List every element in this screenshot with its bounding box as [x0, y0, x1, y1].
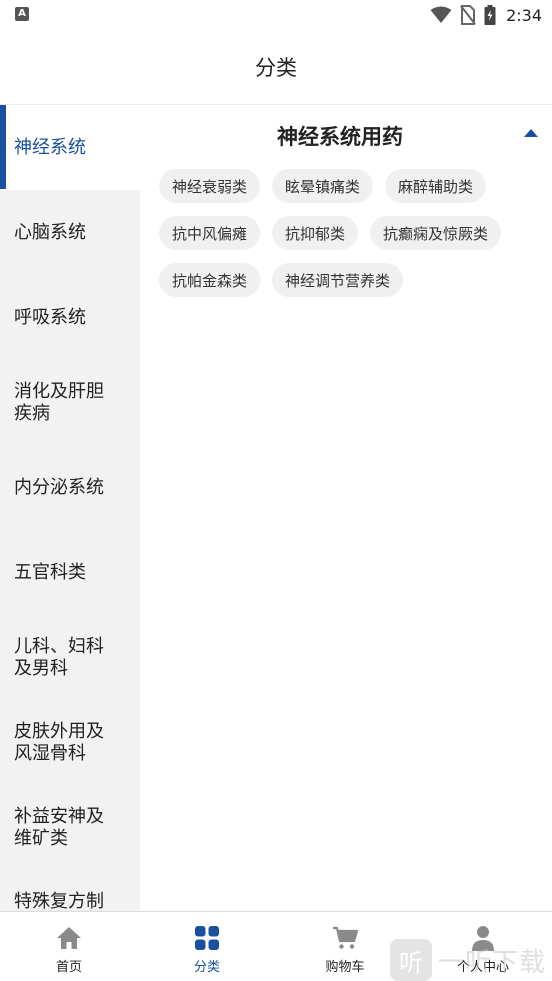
sidebar-item-cardio-cerebral[interactable]: 心脑系统: [0, 190, 140, 275]
notification-a-icon: A: [15, 7, 29, 21]
wifi-icon: [430, 6, 452, 23]
watermark-logo-icon: 听: [390, 939, 432, 981]
tag-chip[interactable]: 抗抑郁类: [272, 216, 359, 250]
tag-chip[interactable]: 眩晕镇痛类: [272, 169, 374, 203]
sidebar-item-pediatrics-gynecology[interactable]: 儿科、妇科及男科: [0, 615, 140, 700]
sidebar-item-label: 消化及肝胆疾病: [14, 380, 104, 424]
sidebar-item-respiratory[interactable]: 呼吸系统: [0, 275, 140, 360]
sidebar-item-label: 呼吸系统: [14, 306, 86, 328]
section-header[interactable]: 神经系统用药: [140, 105, 552, 165]
status-time: 2:34: [506, 5, 542, 25]
sidebar-item-label: 神经系统: [14, 136, 86, 158]
page-title: 分类: [255, 56, 297, 80]
subcategory-tags: 神经衰弱类 眩晕镇痛类 麻醉辅助类 抗中风偏瘫 抗抑郁类 抗癫痫及惊厥类 抗帕金…: [159, 169, 539, 297]
cart-icon: [331, 924, 359, 952]
tag-chip[interactable]: 神经调节营养类: [272, 263, 404, 297]
tag-chip[interactable]: 抗中风偏瘫: [159, 216, 261, 250]
nav-label: 分类: [193, 960, 220, 975]
home-icon: [55, 924, 83, 952]
sidebar-item-special-compound[interactable]: 特殊复方制剂及生物制: [0, 870, 140, 912]
category-sidebar: 神经系统 心脑系统 呼吸系统 消化及肝胆疾病 内分泌系统 五官科类 儿科、妇科及…: [0, 105, 140, 911]
status-icons: 2:34: [430, 4, 542, 26]
caret-up-icon[interactable]: [524, 129, 538, 137]
category-content: 神经系统用药 神经衰弱类 眩晕镇痛类 麻醉辅助类 抗中风偏瘫 抗抑郁类 抗癫痫及…: [140, 105, 552, 911]
status-bar: A 2:34: [0, 0, 552, 30]
nav-home[interactable]: 首页: [0, 912, 138, 981]
tag-chip[interactable]: 抗癫痫及惊厥类: [370, 216, 502, 250]
battery-charging-icon: [484, 5, 496, 25]
sidebar-item-ent[interactable]: 五官科类: [0, 530, 140, 615]
sidebar-item-label: 补益安神及维矿类: [14, 805, 104, 849]
sidebar-item-label: 儿科、妇科及男科: [14, 635, 104, 679]
nav-label: 首页: [55, 960, 82, 975]
section-title: 神经系统用药: [277, 125, 403, 149]
sidebar-item-label: 皮肤外用及风湿骨科: [14, 720, 104, 764]
tag-chip[interactable]: 麻醉辅助类: [385, 169, 487, 203]
tag-chip[interactable]: 神经衰弱类: [159, 169, 261, 203]
sidebar-item-endocrine[interactable]: 内分泌系统: [0, 445, 140, 530]
sidebar-item-nervous-system[interactable]: 神经系统: [0, 105, 140, 190]
sidebar-item-dermatology-rheumatism[interactable]: 皮肤外用及风湿骨科: [0, 700, 140, 785]
sidebar-item-label: 五官科类: [14, 561, 86, 583]
sidebar-item-tonic-vitamins[interactable]: 补益安神及维矿类: [0, 785, 140, 870]
no-sim-icon: [460, 5, 476, 25]
header: 分类: [0, 30, 552, 105]
sidebar-item-digestive-liver[interactable]: 消化及肝胆疾病: [0, 360, 140, 445]
sidebar-item-label: 心脑系统: [14, 221, 86, 243]
sidebar-item-label: 特殊复方制剂及生物制: [14, 890, 104, 912]
sidebar-item-label: 内分泌系统: [14, 476, 104, 498]
watermark: 听 一听下载: [390, 938, 546, 981]
tag-chip[interactable]: 抗帕金森类: [159, 263, 261, 297]
category-grid-icon: [193, 924, 221, 952]
watermark-text: 一听下载: [438, 947, 547, 978]
nav-label: 购物车: [325, 960, 365, 975]
nav-category[interactable]: 分类: [138, 912, 276, 981]
